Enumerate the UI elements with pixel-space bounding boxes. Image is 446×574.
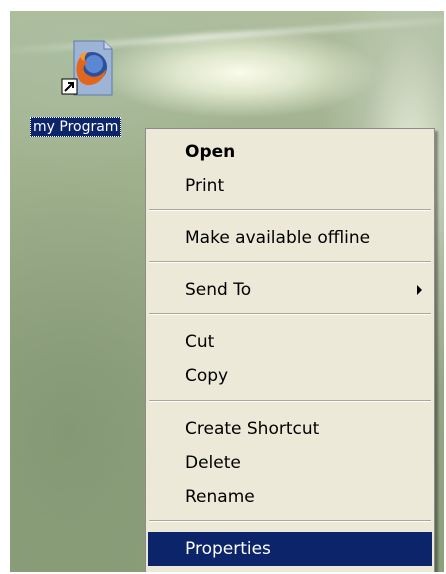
- menu-item-open[interactable]: Open: [148, 135, 432, 169]
- firefox-shortcut-icon[interactable]: [60, 39, 116, 99]
- menu-separator: [149, 261, 431, 263]
- menu-separator: [149, 520, 431, 522]
- menu-item-create-shortcut[interactable]: Create Shortcut: [148, 412, 432, 446]
- desktop[interactable]: my Program Open Print Make available off…: [10, 11, 444, 572]
- menu-item-delete[interactable]: Delete: [148, 446, 432, 480]
- menu-item-cut[interactable]: Cut: [148, 325, 432, 359]
- desktop-icon-label[interactable]: my Program: [30, 117, 122, 137]
- menu-separator: [149, 313, 431, 315]
- shortcut-arrow-icon: [61, 78, 78, 95]
- menu-item-print[interactable]: Print: [148, 169, 432, 203]
- context-menu: Open Print Make available offline Send T…: [145, 128, 435, 572]
- menu-separator: [149, 209, 431, 211]
- menu-item-send-to[interactable]: Send To: [148, 273, 432, 307]
- menu-item-copy[interactable]: Copy: [148, 359, 432, 393]
- menu-item-label: Send To: [185, 280, 252, 300]
- menu-separator: [149, 400, 431, 402]
- menu-item-make-available-offline[interactable]: Make available offline: [148, 221, 432, 255]
- menu-item-rename[interactable]: Rename: [148, 480, 432, 514]
- menu-item-properties[interactable]: Properties: [148, 532, 432, 566]
- chevron-right-icon: [417, 285, 422, 295]
- screenshot-frame: my Program Open Print Make available off…: [0, 0, 446, 574]
